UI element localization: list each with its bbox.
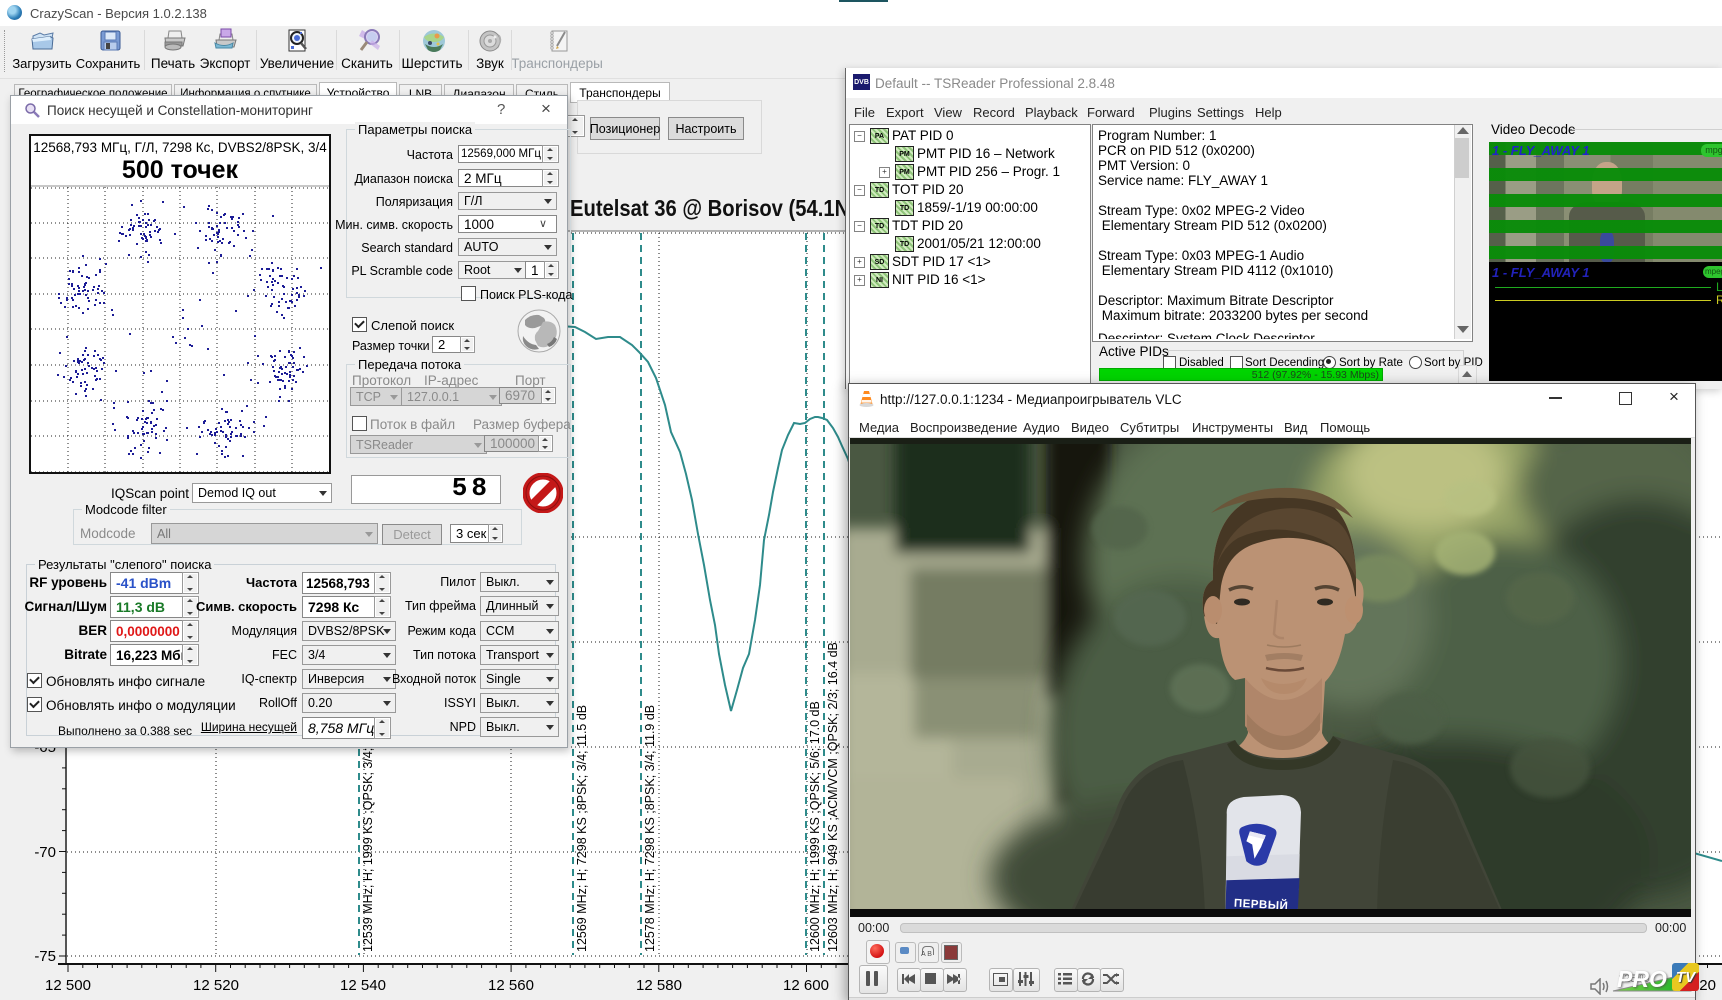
svg-text:12 580: 12 580: [636, 977, 682, 994]
svg-text:12 520: 12 520: [193, 977, 239, 994]
svg-text:12 560: 12 560: [488, 977, 534, 994]
svg-text:12 600: 12 600: [783, 977, 829, 994]
svg-text:12578 MHz; H; 7298 KS ;8PSK; 3: 12578 MHz; H; 7298 KS ;8PSK; 3/4; 11.9 d…: [643, 705, 657, 952]
svg-text:12603 MHz; H; 949 KS ;ACM/VCM: 12603 MHz; H; 949 KS ;ACM/VCM ;QPSK; 2/3…: [826, 642, 840, 952]
svg-text:-75: -75: [34, 948, 56, 965]
svg-text:12600 MHz; H; 1999 KS ;QPSK; 5: 12600 MHz; H; 1999 KS ;QPSK; 5/6; 17.0 d…: [808, 701, 822, 952]
svg-text:12 540: 12 540: [340, 977, 386, 994]
svg-text:12569 MHz; H; 7298 KS ;8PSK; 3: 12569 MHz; H; 7298 KS ;8PSK; 3/4; 11.5 d…: [575, 705, 589, 952]
svg-text:-70: -70: [34, 844, 56, 861]
svg-text:12 500: 12 500: [45, 977, 91, 994]
